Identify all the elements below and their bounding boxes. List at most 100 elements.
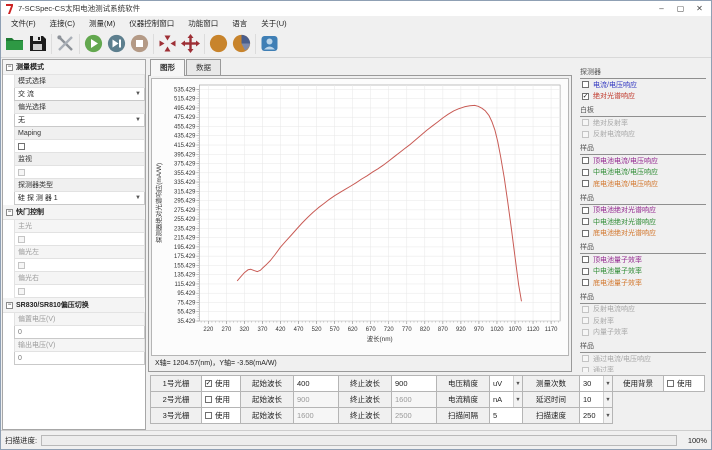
start-button[interactable] (82, 33, 105, 56)
curve-checkbox[interactable] (582, 230, 589, 237)
curve-checkbox[interactable] (582, 355, 589, 362)
curve-checkbox[interactable] (582, 169, 589, 176)
y-tick-label: 195.429 (174, 245, 196, 251)
property-checkbox[interactable] (18, 236, 25, 243)
menu-item-3[interactable]: 仪器控制窗口 (123, 17, 180, 30)
menu-item-4[interactable]: 功能窗口 (182, 17, 224, 30)
curve-option: 顶电池量子效率 (580, 254, 706, 266)
curve-checkbox[interactable] (582, 279, 589, 286)
property-checkbox[interactable] (18, 143, 25, 150)
chevron-down-icon[interactable]: ▼ (603, 408, 612, 423)
section-header-2[interactable]: −SR830/SR810偏压切换 (3, 298, 145, 313)
x-tick-label: 1120 (527, 327, 540, 333)
menu-item-1[interactable]: 连接(C) (44, 17, 81, 30)
property-dropdown[interactable]: 交 流▼ (14, 88, 145, 101)
curve-checkbox[interactable] (582, 306, 589, 313)
property-checkbox[interactable] (18, 288, 25, 295)
use-checkbox[interactable] (205, 412, 212, 419)
grating-name: 2号光栅 (150, 391, 202, 408)
chevron-down-icon[interactable]: ▼ (603, 392, 612, 407)
curve-option: 底电池绝对光谱响应 (580, 228, 706, 240)
open-folder-button[interactable] (3, 33, 26, 56)
maximize-button[interactable]: ▢ (671, 2, 690, 15)
section-header-0[interactable]: −测量模式 (3, 60, 145, 75)
tab-graph[interactable]: 图形 (150, 59, 185, 76)
end-wavelength-input[interactable]: 1600 (391, 391, 437, 408)
property-input[interactable]: 0 (14, 352, 145, 365)
curve-option: 顶电池绝对光谱响应 (580, 205, 706, 217)
save-button[interactable] (26, 33, 49, 56)
curve-checkbox[interactable] (582, 256, 589, 263)
minimize-button[interactable]: – (652, 2, 671, 15)
start-wavelength-input[interactable]: 400 (293, 375, 339, 392)
y-tick-label: 35.429 (177, 319, 196, 325)
tools-button[interactable] (54, 33, 77, 56)
spectral-response-chart[interactable]: 35.42955.42975.42995.429115.429135.42915… (152, 79, 568, 355)
curve-label: 电流/电压响应 (593, 80, 637, 90)
use-checkbox-cell[interactable]: ✓使用 (201, 375, 241, 392)
curve-checkbox[interactable] (582, 329, 589, 336)
use-checkbox-cell[interactable]: 使用 (201, 407, 241, 424)
property-checkbox[interactable] (18, 262, 25, 269)
curve-checkbox[interactable] (582, 81, 589, 88)
param2-value[interactable]: 30▼ (579, 375, 613, 392)
step-icon (107, 34, 126, 55)
empty-cell (612, 407, 664, 424)
curve-checkbox[interactable] (582, 218, 589, 225)
curve-checkbox[interactable]: ✓ (582, 93, 589, 100)
param1-value[interactable]: nA▼ (489, 391, 523, 408)
curve-checkbox[interactable] (582, 268, 589, 275)
end-wavelength-input[interactable]: 2500 (391, 407, 437, 424)
tab-data[interactable]: 数据 (186, 59, 221, 75)
use-background-checkbox[interactable] (667, 380, 674, 387)
close-button[interactable]: ✕ (690, 2, 709, 15)
section-header-1[interactable]: −快门控制 (3, 205, 145, 220)
end-wavelength-input[interactable]: 900 (391, 375, 437, 392)
property-input[interactable]: 0 (14, 326, 145, 339)
param2-value[interactable]: 250▼ (579, 407, 613, 424)
collapse-icon[interactable]: − (6, 302, 13, 309)
menu-item-6[interactable]: 关于(U) (255, 17, 292, 30)
use-checkbox[interactable]: ✓ (205, 380, 212, 387)
use-checkbox-cell[interactable]: 使用 (201, 391, 241, 408)
param1-value[interactable]: uV▼ (489, 375, 523, 392)
curve-checkbox[interactable] (582, 157, 589, 164)
param2-value[interactable]: 10▼ (579, 391, 613, 408)
use-checkbox[interactable] (205, 396, 212, 403)
arrows-center-button[interactable] (156, 33, 179, 56)
start-wavelength-input[interactable]: 1600 (293, 407, 339, 424)
curve-checkbox[interactable] (582, 119, 589, 126)
chevron-down-icon[interactable]: ▼ (513, 392, 522, 407)
step-button[interactable] (105, 33, 128, 56)
property-checkbox[interactable] (18, 169, 25, 176)
menu-item-0[interactable]: 文件(F) (5, 17, 42, 30)
property-dropdown[interactable]: 硅 探 测 器 1▼ (14, 192, 145, 205)
collapse-icon[interactable]: − (6, 64, 13, 71)
curve-checkbox[interactable] (582, 180, 589, 187)
user-button[interactable] (258, 33, 281, 56)
use-background-checkbox-cell[interactable]: 使用 (663, 375, 705, 392)
curve-selection-panel: 探测器电流/电压响应✓绝对光谱响应白板绝对反射率反射电流响应样品顶电池电流/电压… (572, 59, 710, 372)
chevron-down-icon[interactable]: ▼ (603, 376, 612, 391)
menu-item-5[interactable]: 语言 (226, 17, 253, 30)
arrows-move-button[interactable] (179, 33, 202, 56)
scan-progress-bar (41, 435, 677, 446)
param1-value[interactable]: 5 (489, 407, 523, 424)
menu-item-2[interactable]: 测量(M) (83, 17, 121, 30)
curve-option: 内量子效率 (580, 327, 706, 339)
curve-option: 顶电池电流/电压响应 (580, 155, 706, 167)
start-wavelength-input[interactable]: 900 (293, 391, 339, 408)
curve-checkbox[interactable] (582, 207, 589, 214)
collapse-icon[interactable]: − (6, 209, 13, 216)
y-tick-label: 495.429 (174, 106, 196, 112)
chart-frame: 35.42955.42975.42995.429115.429135.42915… (151, 78, 569, 356)
property-dropdown[interactable]: 无▼ (14, 114, 145, 127)
chevron-down-icon[interactable]: ▼ (513, 376, 522, 391)
stop-button[interactable] (128, 33, 151, 56)
curve-checkbox[interactable] (582, 317, 589, 324)
graph-tab-page: 35.42955.42975.42995.429115.429135.42915… (148, 75, 572, 372)
curve-checkbox[interactable] (582, 131, 589, 138)
filled-circle-button[interactable] (207, 33, 230, 56)
curve-option: 反射电流响应 (580, 304, 706, 316)
pie-chart-button[interactable] (230, 33, 253, 56)
